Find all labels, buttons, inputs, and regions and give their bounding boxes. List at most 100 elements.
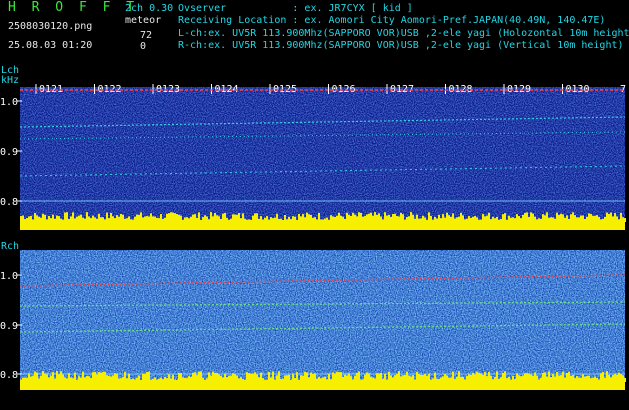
noise-bar-column — [510, 217, 512, 222]
noise-bar-column — [154, 377, 156, 382]
y-tick-label: 0.8 — [0, 370, 18, 381]
noise-bar-column — [28, 373, 30, 382]
noise-bar-column — [338, 372, 340, 382]
noise-bar-column — [146, 216, 148, 222]
noise-bar-column — [248, 373, 250, 382]
noise-bar-column — [462, 215, 464, 222]
noise-bar-column — [200, 371, 202, 382]
noise-bar-column — [116, 215, 118, 222]
noise-bar-column — [236, 375, 238, 382]
noise-bar-column — [348, 214, 350, 222]
noise-bar-column — [456, 376, 458, 382]
noise-bar-column — [96, 374, 98, 382]
noise-bar-column — [102, 372, 104, 382]
noise-bar-column — [382, 219, 384, 222]
noise-bar-column — [240, 377, 242, 382]
noise-bar-column — [100, 217, 102, 222]
noise-bar-column — [550, 377, 552, 382]
noise-bar-column — [580, 215, 582, 222]
noise-bar-column — [530, 212, 532, 222]
noise-bar-column — [46, 374, 48, 382]
noise-bar-column — [494, 376, 496, 382]
noise-bar-column — [110, 376, 112, 382]
noise-bar-column — [306, 372, 308, 382]
noise-bar-column — [36, 215, 38, 222]
noise-bar-column — [52, 372, 54, 382]
noise-bar-column — [532, 375, 534, 382]
noise-bar-column — [234, 374, 236, 382]
noise-bar-column — [422, 215, 424, 222]
noise-bar-column — [356, 372, 358, 382]
noise-bar-column — [406, 217, 408, 222]
noise-bar-column — [476, 371, 478, 382]
noise-bar-column — [478, 372, 480, 382]
noise-bar-column — [488, 371, 490, 382]
noise-bar-column — [218, 216, 220, 222]
date-time: 25.08.03 01:20 — [8, 40, 93, 51]
noise-bar-column — [112, 216, 114, 222]
noise-bar-column — [514, 379, 516, 382]
noise-bar-column — [304, 217, 306, 222]
noise-bar-column — [608, 374, 610, 382]
noise-bar-column — [352, 379, 354, 382]
noise-bar-column — [214, 213, 216, 222]
noise-bar-column — [458, 216, 460, 222]
noise-bar-column — [486, 215, 488, 222]
noise-bar-column — [336, 371, 338, 382]
noise-bar-column — [120, 213, 122, 222]
noise-bar-column — [396, 215, 398, 222]
noise-bar-column — [364, 216, 366, 222]
noise-bar-column — [562, 371, 564, 382]
noise-bar-column — [548, 217, 550, 222]
noise-bar-column — [432, 219, 434, 222]
app-title: H R O F F T — [8, 0, 139, 15]
noise-bar-column — [362, 216, 364, 222]
noise-bar-column — [262, 378, 264, 382]
noise-bar-column — [554, 376, 556, 382]
noise-bar-column — [492, 216, 494, 222]
noise-bar-column — [28, 216, 30, 222]
noise-bar-column — [588, 375, 590, 382]
noise-bar-column — [420, 374, 422, 382]
noise-bar-column — [80, 214, 82, 222]
noise-bar-column — [240, 218, 242, 222]
noise-bar-column — [444, 217, 446, 222]
noise-bar-column — [138, 375, 140, 382]
noise-bar-column — [168, 374, 170, 382]
noise-bar-column — [290, 379, 292, 382]
noise-bar-column — [326, 379, 328, 382]
noise-bar-column — [506, 378, 508, 382]
noise-bar-column — [312, 374, 314, 382]
rch-spectrogram-noise — [20, 250, 625, 390]
noise-bar-column — [546, 376, 548, 382]
noise-bar-column — [190, 376, 192, 382]
noise-bar-column — [206, 378, 208, 382]
noise-bar-column — [202, 377, 204, 382]
noise-bar-column — [426, 219, 428, 222]
noise-bar-column — [528, 216, 530, 222]
noise-bar-column — [600, 219, 602, 222]
noise-bar-column — [546, 212, 548, 222]
noise-bar-column — [270, 217, 272, 222]
location-info: Receiving Location : ex. Aomori City Aom… — [178, 15, 606, 26]
noise-bar-column — [268, 219, 270, 222]
noise-bar-base — [20, 222, 625, 230]
noise-bar-column — [198, 371, 200, 382]
noise-bar-column — [378, 213, 380, 222]
noise-bar-column — [342, 376, 344, 382]
noise-bar-column — [44, 373, 46, 382]
noise-bar-column — [22, 377, 24, 382]
noise-bar-column — [624, 377, 626, 382]
noise-bar-column — [232, 373, 234, 382]
noise-bar-column — [326, 217, 328, 222]
noise-bar-column — [218, 374, 220, 382]
noise-bar-column — [520, 376, 522, 382]
noise-bar-column — [188, 218, 190, 222]
noise-bar-column — [238, 378, 240, 382]
noise-bar-column — [96, 218, 98, 222]
noise-bar-column — [528, 373, 530, 382]
lch-spectrogram-noise — [20, 87, 625, 229]
noise-bar-column — [260, 216, 262, 222]
noise-bar-column — [366, 372, 368, 382]
noise-bar-column — [122, 376, 124, 382]
